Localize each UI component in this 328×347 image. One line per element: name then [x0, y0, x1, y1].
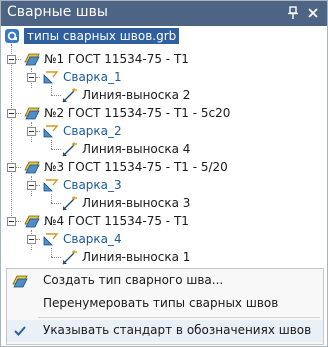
tree-branch — [16, 167, 21, 168]
tree-branch — [16, 113, 21, 114]
tree-guide-line — [11, 44, 12, 222]
tree-guide-line — [51, 248, 52, 257]
menu-item-show-standard[interactable]: Указывать стандарт в обозначениях швов — [7, 320, 323, 342]
weld-label: Сварка_1 — [63, 70, 122, 84]
tree-weld-1[interactable]: Сварка_1 — [43, 68, 122, 86]
collapse-toggle[interactable] — [27, 181, 36, 190]
pin-icon[interactable] — [285, 5, 301, 21]
context-menu: Создать тип сварного шва... Перенумерова… — [6, 268, 324, 345]
leader-line-label: Линия-выноска 2 — [82, 88, 191, 102]
collapse-toggle[interactable] — [7, 109, 16, 118]
menu-item-label: Создать тип сварного шва... — [43, 273, 224, 287]
weld-icon — [43, 231, 59, 247]
collapse-toggle[interactable] — [27, 73, 36, 82]
leader-line-icon — [62, 249, 78, 265]
close-icon[interactable] — [305, 5, 321, 21]
tree-weld-2[interactable]: Сварка_2 — [43, 122, 122, 140]
weld-type-label: №3 ГОСТ 11534-75 - Т1 - 5/20 — [44, 160, 228, 174]
tree-branch — [36, 77, 40, 78]
tree-root-label: типы сварных швов.grb — [24, 28, 180, 44]
leader-line-icon — [62, 141, 78, 157]
weld-type-label: №4 ГОСТ 11534-75 - Т1 — [44, 214, 189, 228]
tree-weld-type-2[interactable]: №2 ГОСТ 11534-75 - Т1 - 5с20 — [24, 104, 230, 122]
tree-leader-4[interactable]: Линия-выноска 1 — [62, 248, 190, 266]
menu-item-create-weld-type[interactable]: Создать тип сварного шва... — [7, 270, 323, 292]
tree-branch — [36, 131, 40, 132]
panel-title: Сварные швы — [7, 4, 108, 20]
weld-label: Сварка_4 — [63, 232, 122, 246]
collapse-toggle[interactable] — [7, 217, 16, 226]
menu-separator — [38, 317, 320, 318]
tree-weld-4[interactable]: Сварка_4 — [43, 230, 122, 248]
tree-weld-type-3[interactable]: №3 ГОСТ 11534-75 - Т1 - 5/20 — [24, 158, 228, 176]
tree-leader-3[interactable]: Линия-выноска 3 — [62, 194, 190, 212]
collapse-toggle[interactable] — [27, 127, 36, 136]
tree-leader-2[interactable]: Линия-выноска 4 — [62, 140, 190, 158]
weld-type-label: №1 ГОСТ 11534-75 - Т1 — [44, 52, 189, 66]
weld-label: Сварка_2 — [63, 124, 122, 138]
tree-branch — [16, 221, 21, 222]
leader-line-label: Линия-выноска 1 — [82, 250, 191, 264]
tree-leader-1[interactable]: Линия-выноска 2 — [62, 86, 190, 104]
tree-guide-line — [51, 194, 52, 203]
weld-type-icon — [24, 51, 40, 67]
weld-tree: типы сварных швов.grb №1 ГОСТ 11534-75 -… — [1, 26, 327, 266]
document-icon — [4, 28, 20, 44]
tree-branch — [16, 59, 21, 60]
panel-titlebar: Сварные швы — [1, 1, 327, 26]
weld-type-icon — [12, 273, 28, 289]
weld-label: Сварка_3 — [63, 178, 122, 192]
leader-line-icon — [62, 195, 78, 211]
tree-guide-line — [51, 86, 52, 95]
tree-weld-type-1[interactable]: №1 ГОСТ 11534-75 - Т1 — [24, 50, 189, 68]
tree-branch — [51, 257, 61, 258]
weld-icon — [43, 177, 59, 193]
weld-icon — [43, 69, 59, 85]
weld-type-icon — [24, 159, 40, 175]
tree-branch — [51, 203, 61, 204]
tree-weld-type-4[interactable]: №4 ГОСТ 11534-75 - Т1 — [24, 212, 189, 230]
tree-branch — [51, 149, 61, 150]
tree-weld-3[interactable]: Сварка_3 — [43, 176, 122, 194]
collapse-toggle[interactable] — [27, 235, 36, 244]
tree-branch — [36, 239, 40, 240]
leader-line-label: Линия-выноска 4 — [82, 142, 191, 156]
weld-type-icon — [24, 213, 40, 229]
weld-type-label: №2 ГОСТ 11534-75 - Т1 - 5с20 — [44, 106, 231, 120]
menu-item-label: Указывать стандарт в обозначениях швов — [43, 323, 312, 337]
tree-branch — [36, 185, 40, 186]
weld-panel: Сварные швы типы сварных швов.grb №1 ГОС… — [0, 0, 328, 347]
weld-type-icon — [24, 105, 40, 121]
weld-icon — [43, 123, 59, 139]
tree-guide-line — [51, 140, 52, 149]
tree-root[interactable]: типы сварных швов.grb — [4, 27, 180, 45]
menu-item-renumber-weld-types[interactable]: Перенумеровать типы сварных швов — [7, 293, 323, 315]
check-icon — [12, 323, 28, 339]
leader-line-label: Линия-выноска 3 — [82, 196, 191, 210]
menu-item-label: Перенумеровать типы сварных швов — [43, 296, 279, 310]
collapse-toggle[interactable] — [7, 163, 16, 172]
collapse-toggle[interactable] — [7, 55, 16, 64]
tree-branch — [51, 95, 61, 96]
leader-line-icon — [62, 87, 78, 103]
